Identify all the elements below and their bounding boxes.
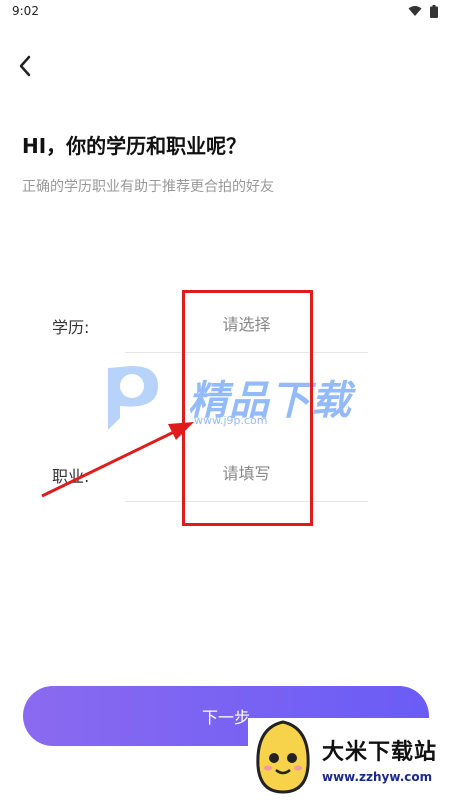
rice-mascot-icon [250, 718, 316, 800]
promo-badge: 大米下载站 www.zzhyw.com [248, 718, 450, 800]
page-subtitle: 正确的学历职业有助于推荐更合拍的好友 [22, 179, 274, 195]
chevron-left-icon [18, 55, 32, 81]
highlight-box [182, 290, 313, 526]
battery-icon [430, 4, 438, 18]
back-button[interactable] [12, 55, 38, 81]
status-icons [408, 4, 438, 18]
status-bar: 9:02 [0, 0, 450, 22]
wifi-icon [408, 5, 422, 17]
page-title: HI，你的学历和职业呢？ [22, 134, 247, 158]
education-label: 学历: [52, 318, 90, 337]
promo-url: www.zzhyw.com [322, 770, 433, 784]
promo-name: 大米下载站 [322, 740, 438, 765]
watermark-logo-icon [108, 366, 158, 430]
occupation-label: 职业: [52, 467, 90, 486]
status-time: 9:02 [12, 4, 39, 18]
